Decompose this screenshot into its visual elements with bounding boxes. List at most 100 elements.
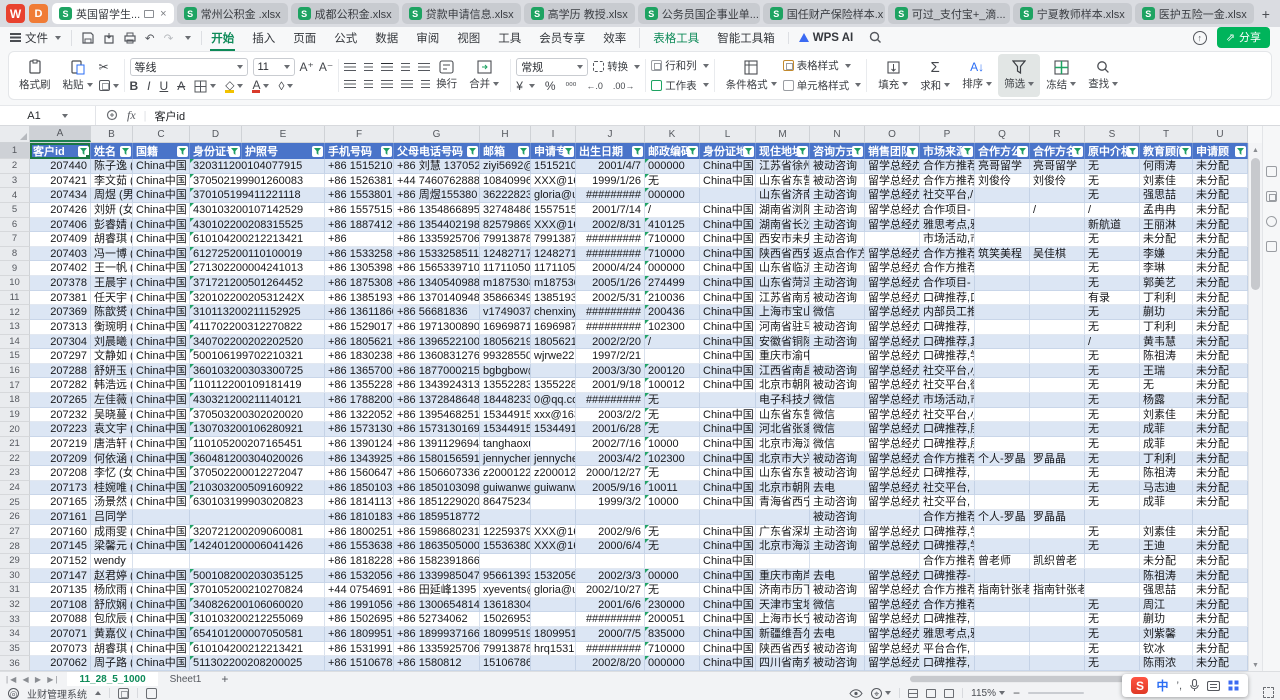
cell-J10[interactable]: 2005/1/26 (576, 276, 645, 291)
cell-C4[interactable]: China中国 (133, 188, 190, 203)
cell-L17[interactable]: China中国 (700, 378, 756, 393)
cell-Q11[interactable] (975, 291, 1030, 306)
freeze-panes-button[interactable]: 冻结 (1040, 54, 1082, 97)
cell-D30[interactable]: 500108200203035125 (190, 569, 242, 584)
decrease-decimal-button[interactable]: .00→ (613, 81, 635, 91)
cell-C34[interactable]: China中国 (133, 627, 190, 642)
cell-M35[interactable]: 陕西省西安 (756, 642, 810, 657)
cell-S22[interactable]: 无 (1085, 452, 1140, 467)
cell-F20[interactable]: +86 15731301 (325, 422, 394, 437)
add-sheet-button[interactable]: + (213, 672, 236, 686)
cell-H14[interactable]: 180562195 (480, 335, 531, 350)
cell-R2[interactable]: 亮哥留学 (1030, 159, 1085, 174)
cell-D13[interactable]: 411702200312270822 (190, 320, 242, 335)
cell-Q32[interactable] (975, 598, 1030, 613)
cell-P27[interactable]: 口碑推荐,学 (920, 525, 975, 540)
cell-G36[interactable]: +86 1580812 (394, 656, 480, 671)
cell-G9[interactable]: +86 1565339710 (394, 261, 480, 276)
cell-M31[interactable]: 济南市历下 (756, 583, 810, 598)
cell-S32[interactable]: 无 (1085, 598, 1140, 613)
cell-J18[interactable]: ######### (576, 393, 645, 408)
cell-G34[interactable]: +86 1899937166 (394, 627, 480, 642)
cell-D27[interactable]: 320721200209060081 (190, 525, 242, 540)
cell-S12[interactable]: 无 (1085, 305, 1140, 320)
cell-U22[interactable]: 未分配 (1193, 452, 1248, 467)
cell-M16[interactable]: 江西省南昌 (756, 364, 810, 379)
cell-D8[interactable]: 612725200110100019 (190, 247, 242, 262)
print-icon[interactable] (124, 32, 136, 44)
cell-N26[interactable]: 被动咨询 (810, 510, 865, 525)
cell-B8[interactable]: 冯一博 (男 (91, 247, 133, 262)
cell-R6[interactable] (1030, 218, 1085, 233)
cell-F14[interactable]: +86 18056219 (325, 335, 394, 350)
cell-F2[interactable]: +86 15152100 (325, 159, 394, 174)
row-number[interactable]: 6 (0, 218, 30, 233)
column-letter-B[interactable]: B (91, 126, 133, 142)
cell-H36[interactable]: 151067863 (480, 656, 531, 671)
cell-R22[interactable]: 罗晶晶 (1030, 452, 1085, 467)
cell-U16[interactable]: 未分配 (1193, 364, 1248, 379)
cell-C11[interactable]: China中国 (133, 291, 190, 306)
cell-D29[interactable] (190, 554, 242, 569)
cell-N30[interactable]: 去电 (810, 569, 865, 584)
undo-icon[interactable]: ↶ (145, 31, 155, 45)
cell-B28[interactable]: 梁馨元 (女 (91, 539, 133, 554)
cell-J23[interactable]: 2000/12/27 (576, 466, 645, 481)
cell-G12[interactable]: +86 56681836 (394, 305, 480, 320)
cell-R24[interactable] (1030, 481, 1085, 496)
cell-G14[interactable]: +86 1396522100 (394, 335, 480, 350)
row-number[interactable]: 15 (0, 349, 30, 364)
fx-icon[interactable]: fx (127, 108, 136, 123)
filter-button[interactable] (1072, 146, 1083, 157)
cell-P12[interactable]: 内部员工推 (920, 305, 975, 320)
row-number[interactable]: 36 (0, 656, 30, 671)
cell-R36[interactable] (1030, 656, 1085, 671)
format-painter-button[interactable]: 格式刷 (13, 54, 57, 97)
cell-C27[interactable]: China中国 (133, 525, 190, 540)
document-tab[interactable]: S国任财产保险样本.x (763, 3, 885, 24)
cell-M17[interactable]: 北京市朝阳 (756, 378, 810, 393)
cell-I36[interactable] (531, 656, 576, 671)
filter-button[interactable] (797, 146, 808, 157)
cell-F19[interactable]: +86 13220522 (325, 408, 394, 423)
cell-H17[interactable]: 135522836 (480, 378, 531, 393)
thousand-separator-button[interactable]: ⁰⁰⁰ (566, 81, 577, 92)
paste-button[interactable]: 粘贴 (57, 54, 99, 97)
row-number[interactable]: 7 (0, 232, 30, 247)
cell-A11[interactable]: 207381 (30, 291, 91, 306)
filter-toggle-button[interactable]: 筛选 (998, 54, 1040, 97)
filter-button[interactable] (1180, 146, 1191, 157)
cell-O12[interactable]: 留学总经办 (865, 305, 920, 320)
cell-P9[interactable]: 合作方推荐 (920, 261, 975, 276)
cell-F24[interactable]: +86 18501030 (325, 481, 394, 496)
cell-S14[interactable]: / (1085, 335, 1140, 350)
cell-F6[interactable]: +86 18874129 (325, 218, 394, 233)
cell-D28[interactable]: 142401200006041426 (190, 539, 242, 554)
cell-L36[interactable]: China中国 (700, 656, 756, 671)
cell-H11[interactable]: 358663491 (480, 291, 531, 306)
filter-button[interactable] (743, 146, 754, 157)
cell-H27[interactable]: 122593794 (480, 525, 531, 540)
sheet-nav-arrows[interactable]: |◀ ◀ ▶ ▶| (6, 675, 59, 684)
cell-P4[interactable]: 社交平台,/ (920, 188, 975, 203)
cell-M36[interactable]: 四川省南充 (756, 656, 810, 671)
cell-R12[interactable] (1030, 305, 1085, 320)
cell-L35[interactable]: China中国 (700, 642, 756, 657)
column-header-L[interactable]: 身份证地 (700, 143, 756, 159)
cell-H24[interactable]: guiwanwei (480, 481, 531, 496)
cell-T14[interactable]: 黄韦慧 (1140, 335, 1193, 350)
cell-R20[interactable] (1030, 422, 1085, 437)
menu-tab-审阅[interactable]: 审阅 (407, 28, 448, 48)
cell-A27[interactable]: 207160 (30, 525, 91, 540)
cell-P22[interactable]: 合作方推荐 (920, 452, 975, 467)
cell-U10[interactable]: 未分配 (1193, 276, 1248, 291)
cell-L27[interactable]: China中国 (700, 525, 756, 540)
cell-L23[interactable]: China中国 (700, 466, 756, 481)
cell-R26[interactable]: 罗晶晶 (1030, 510, 1085, 525)
cell-C18[interactable]: China中国 (133, 393, 190, 408)
column-header-T[interactable]: 教育顾问 (1140, 143, 1193, 159)
copy-icon[interactable] (99, 80, 110, 91)
cell-N3[interactable]: 被动咨询 (810, 174, 865, 189)
justify-icon[interactable] (401, 80, 413, 81)
cell-O9[interactable]: 留学总经办 (865, 261, 920, 276)
